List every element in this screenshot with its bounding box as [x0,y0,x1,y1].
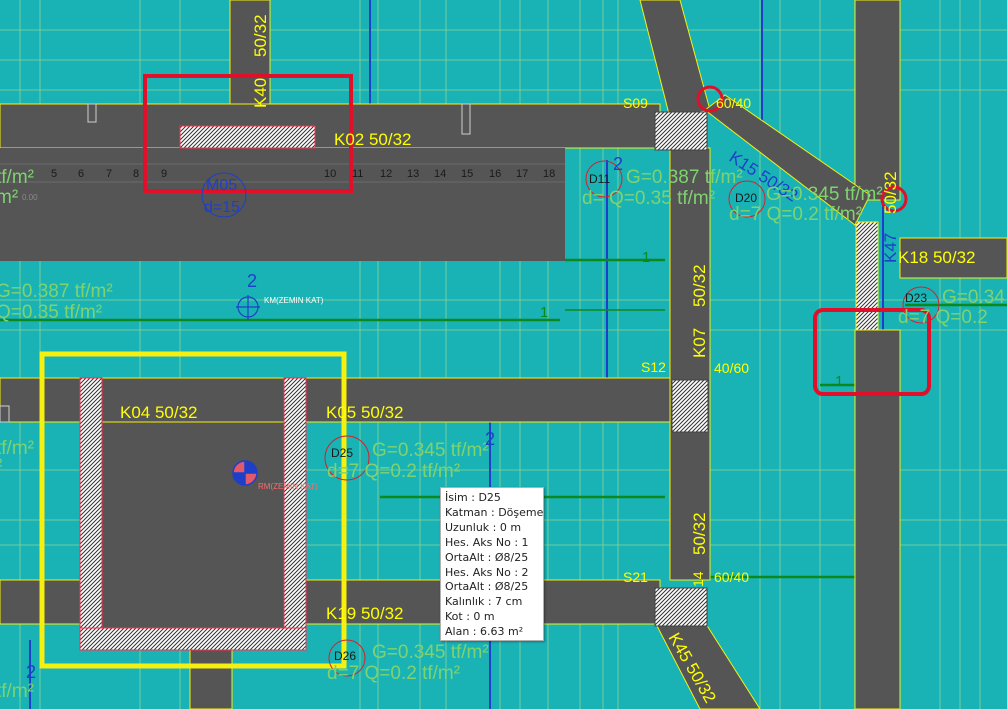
grid-marker-icon [236,295,260,320]
stair-number: 14 [434,168,446,180]
axis-number: 2 [247,271,257,291]
axis-number: 1 [642,249,650,266]
slab-name-d23: D23 [905,291,927,305]
column-size-s09: 60/40 [716,95,751,111]
column-label-s21: S21 [623,569,648,585]
beam-label-k47-size: 50/32 [881,171,900,214]
load-d23-q: d=7 Q=0.2 [898,307,988,328]
beam-label-k40-size: 50/32 [251,14,270,57]
stair-number: 11 [352,168,363,180]
tf-label-left-top: tf/m² [0,167,34,188]
tf-label-left-mid-2: ² [0,456,2,477]
slab-thickness-m05: d=15 [204,199,240,216]
stair-number: 17 [516,168,528,180]
tf-label-left-top-2: m² [0,187,18,208]
stair-number: 5 [51,168,57,180]
tf-label-left-mid: tf/m² [0,438,34,459]
stair-number: 10 [324,168,336,180]
slab-name-d11: D11 [589,172,610,186]
load-label-left-q: Q=0.35 tf/m² [0,302,102,323]
axis-number: 1 [540,304,548,321]
beam-label-k04: K04 50/32 [120,403,198,422]
beam-label-k19: K19 50/32 [326,604,404,623]
column-label-s09: S09 [623,95,648,111]
stair-number: 16 [489,168,501,180]
axis-number: 2 [26,662,36,682]
column-prefix-s21: 14 [690,571,706,587]
load-d11-g: G=0.387 tf/m² [626,167,743,188]
tooltip-area: Alan : 6.63 m² [445,625,524,639]
beam-label-k07-size: 50/32 [690,264,709,307]
stair-number: 7 [106,168,112,180]
beam-label-k07-name: K07 [690,328,709,358]
axis-number: 1 [835,373,843,390]
tooltip-length: Uzunluk : 0 m [445,520,522,534]
load-label-left-g: G=0.387 tf/m² [0,281,113,302]
load-d11-q: d= Q=0.35 tf/m² [582,188,715,209]
stair-number: 18 [543,168,555,180]
tooltip-layer: Katman : Döşeme [445,505,544,519]
tooltip-rebar-1: OrtaAlt : Ø8/25 [445,550,529,564]
tooltip-elevation: Kot : 0 m [445,610,495,624]
slab-name-d26: D26 [334,649,356,663]
load-d23-g: G=0.34 [942,287,1005,308]
beam-label-k40-name: K40 [251,78,270,108]
stair-number: 13 [407,168,419,180]
zemin-kat-marker-2: RM(ZEMIN KAT) [258,482,318,491]
stair-number: 9 [161,168,167,180]
load-d26-q: d=7 Q=0.2 tf/m² [327,663,460,684]
tooltip-name: İsim : D25 [445,491,501,504]
element-info-tooltip: İsim : D25 Katman : Döşeme Uzunluk : 0 m… [440,487,544,641]
load-label-bottom-left: tf/m² [0,681,34,702]
stair-number: 6 [78,168,84,180]
slab-name-d20: D20 [735,191,757,205]
tooltip-axis-1: Hes. Aks No : 1 [445,535,529,549]
beam-label-k47-name: K47 [881,233,900,263]
stair-number: 15 [461,168,473,180]
column-size-s12: 40/60 [714,360,749,376]
load-d26-g: G=0.345 tf/m² [372,642,489,663]
beam-label-k05: K05 50/32 [326,403,404,422]
load-d20-g: G=0.345 tf/m² [766,184,883,205]
zemin-kat-marker-1: KM(ZEMIN KAT) [264,296,324,305]
load-d25-g: G=0.345 tf/m² [372,440,489,461]
beam-label-k02: K02 50/32 [334,130,412,149]
load-d25-q: d=7 Q=0.2 tf/m² [327,461,460,482]
stair-level-label: 0.00 [22,193,38,202]
level-marker-icon [232,460,258,486]
tooltip-axis-2: Hes. Aks No : 2 [445,565,529,579]
stair-number: 12 [380,168,392,180]
column-size-s21: 60/40 [714,569,749,585]
tooltip-thickness: Kalınlık : 7 cm [445,595,523,609]
beam-label-k18: K18 50/32 [898,248,976,267]
column-label-s12: S12 [641,359,666,375]
load-d20-q: d=7 Q=0.2 tf/m² [729,204,862,225]
axis-number: 2 [485,429,495,449]
slab-name-d25: D25 [331,446,353,460]
axis-number: 2 [613,154,623,174]
slab-label-m05: M05 [206,177,237,194]
beam-label-lower-size: 50/32 [690,512,709,555]
stair-number: 8 [133,168,139,180]
tooltip-rebar-2: OrtaAlt : Ø8/25 [445,580,529,594]
